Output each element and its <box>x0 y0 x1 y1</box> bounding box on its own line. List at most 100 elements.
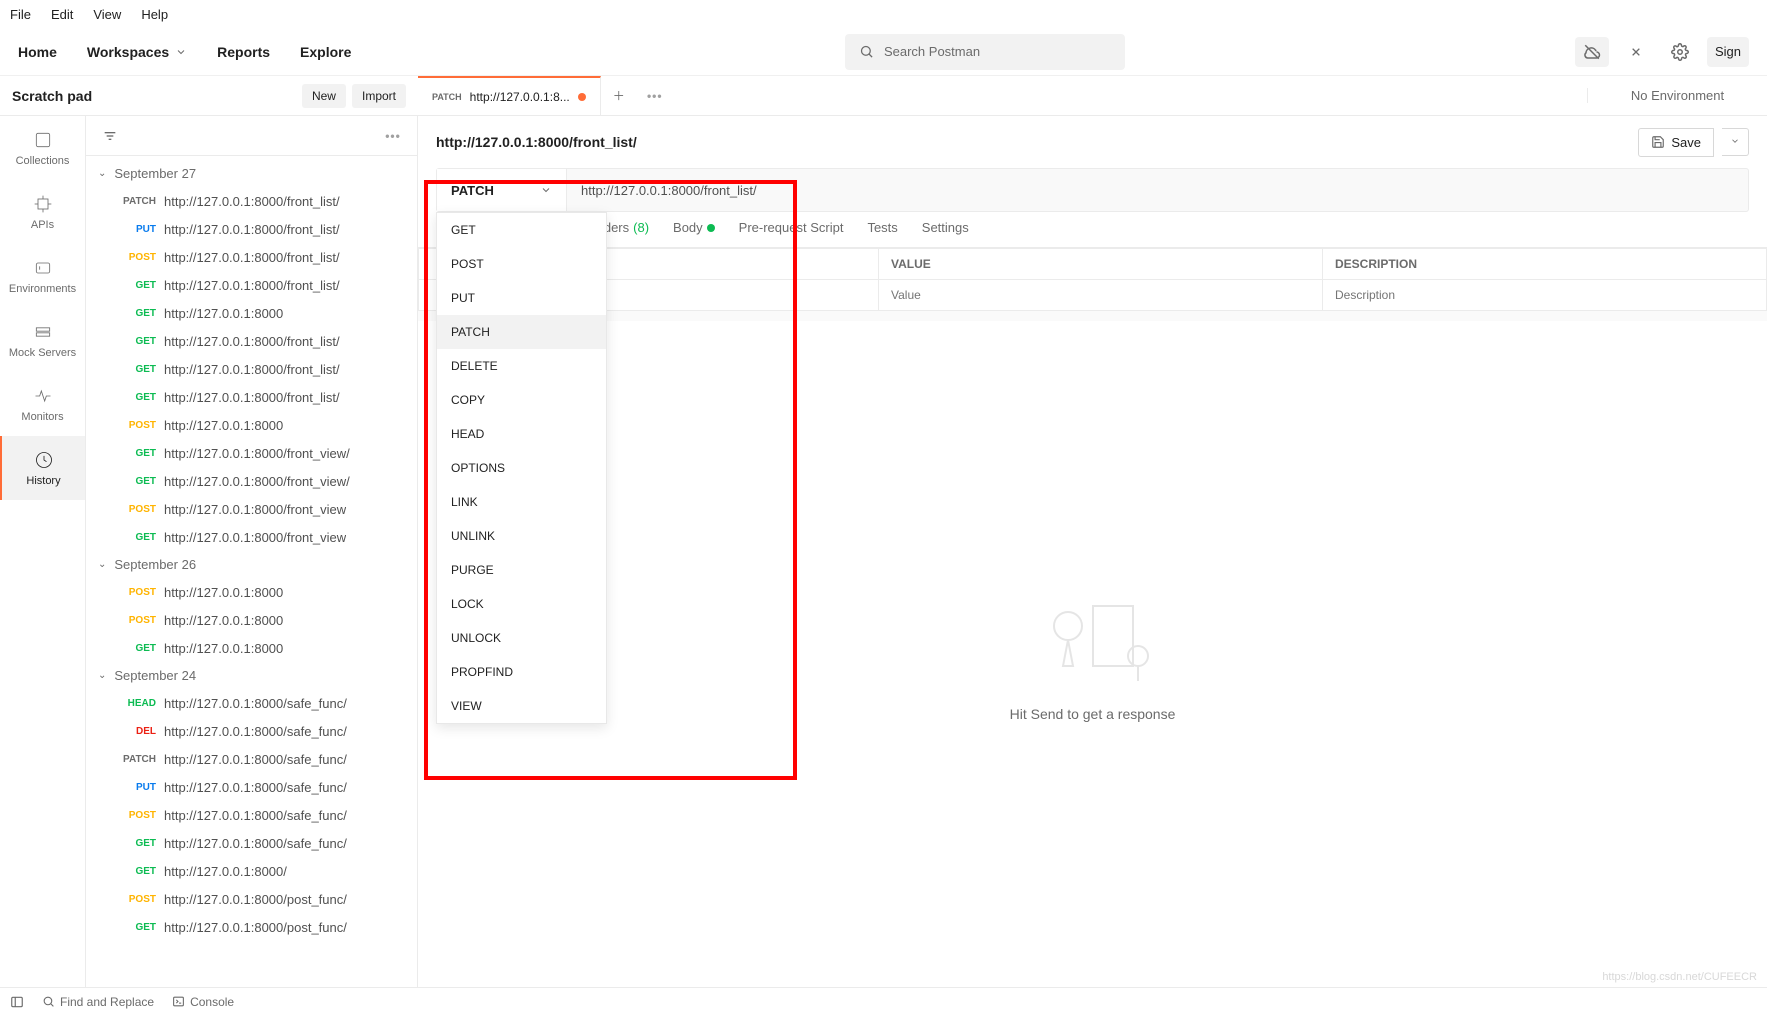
history-item[interactable]: DELhttp://127.0.0.1:8000/safe_func/ <box>86 717 417 745</box>
import-button[interactable]: Import <box>352 84 406 108</box>
method-select[interactable]: PATCH <box>437 169 567 211</box>
menu-view[interactable]: View <box>93 7 121 22</box>
method-option-patch[interactable]: PATCH <box>437 315 606 349</box>
rail-monitors[interactable]: Monitors <box>0 372 85 436</box>
chevron-down-icon <box>1730 136 1740 146</box>
tab-more-button[interactable]: ••• <box>637 76 673 115</box>
history-item[interactable]: GEThttp://127.0.0.1:8000/front_view <box>86 523 417 551</box>
history-item[interactable]: GEThttp://127.0.0.1:8000/safe_func/ <box>86 829 417 857</box>
rail-collections[interactable]: Collections <box>0 116 85 180</box>
cloud-off-icon[interactable] <box>1575 37 1609 67</box>
tab-method: PATCH <box>432 92 462 102</box>
history-item[interactable]: GEThttp://127.0.0.1:8000/post_func/ <box>86 913 417 941</box>
history-date-group[interactable]: ⌄September 26 <box>86 551 417 578</box>
save-icon <box>1651 135 1665 149</box>
method-option-view[interactable]: VIEW <box>437 689 606 723</box>
menu-help[interactable]: Help <box>141 7 168 22</box>
method-option-post[interactable]: POST <box>437 247 606 281</box>
history-item[interactable]: GEThttp://127.0.0.1:8000 <box>86 299 417 327</box>
history-list[interactable]: ⌄September 27PATCHhttp://127.0.0.1:8000/… <box>86 156 417 987</box>
method-option-copy[interactable]: COPY <box>437 383 606 417</box>
chevron-down-icon <box>540 184 552 196</box>
sidebar: ••• ⌄September 27PATCHhttp://127.0.0.1:8… <box>86 116 418 987</box>
history-item[interactable]: PATCHhttp://127.0.0.1:8000/safe_func/ <box>86 745 417 773</box>
tab-prerequest[interactable]: Pre-request Script <box>739 220 844 235</box>
find-replace-button[interactable]: Find and Replace <box>42 995 154 1009</box>
history-item[interactable]: GEThttp://127.0.0.1:8000/front_list/ <box>86 327 417 355</box>
method-option-purge[interactable]: PURGE <box>437 553 606 587</box>
method-option-options[interactable]: OPTIONS <box>437 451 606 485</box>
search-icon <box>859 44 874 59</box>
method-option-link[interactable]: LINK <box>437 485 606 519</box>
history-date-group[interactable]: ⌄September 24 <box>86 662 417 689</box>
history-item[interactable]: GEThttp://127.0.0.1:8000/front_view/ <box>86 467 417 495</box>
rocket-illustration-icon <box>1028 586 1158 686</box>
request-name[interactable]: http://127.0.0.1:8000/front_list/ <box>436 134 637 150</box>
method-option-head[interactable]: HEAD <box>437 417 606 451</box>
settings-icon[interactable] <box>1663 37 1697 67</box>
header-icons: Sign <box>1575 37 1749 67</box>
method-option-unlink[interactable]: UNLINK <box>437 519 606 553</box>
capture-icon[interactable] <box>1619 37 1653 67</box>
history-item[interactable]: POSThttp://127.0.0.1:8000 <box>86 578 417 606</box>
workspace-bar: Scratch pad New Import PATCH http://127.… <box>0 76 1767 116</box>
save-dropdown-button[interactable] <box>1722 128 1749 156</box>
nav-explore[interactable]: Explore <box>300 44 351 60</box>
method-option-put[interactable]: PUT <box>437 281 606 315</box>
history-item[interactable]: POSThttp://127.0.0.1:8000/safe_func/ <box>86 801 417 829</box>
sidebar-toggle-button[interactable] <box>10 995 24 1009</box>
search-placeholder: Search Postman <box>884 44 980 59</box>
method-option-propfind[interactable]: PROPFIND <box>437 655 606 689</box>
unsaved-dot-icon <box>578 93 586 101</box>
sidebar-more-button[interactable]: ••• <box>379 122 407 150</box>
tab-tests[interactable]: Tests <box>867 220 897 235</box>
request-tab[interactable]: PATCH http://127.0.0.1:8... <box>418 76 601 115</box>
tab-settings[interactable]: Settings <box>922 220 969 235</box>
history-item[interactable]: GEThttp://127.0.0.1:8000/front_list/ <box>86 383 417 411</box>
sign-in-button[interactable]: Sign <box>1707 37 1749 67</box>
history-item[interactable]: PUThttp://127.0.0.1:8000/front_list/ <box>86 215 417 243</box>
history-item[interactable]: GEThttp://127.0.0.1:8000 <box>86 634 417 662</box>
nav-home[interactable]: Home <box>18 44 57 60</box>
url-input[interactable] <box>567 169 1748 211</box>
menu-edit[interactable]: Edit <box>51 7 73 22</box>
method-option-get[interactable]: GET <box>437 213 606 247</box>
rail-mock-servers[interactable]: Mock Servers <box>0 308 85 372</box>
history-item[interactable]: PATCHhttp://127.0.0.1:8000/front_list/ <box>86 187 417 215</box>
history-item[interactable]: GEThttp://127.0.0.1:8000/ <box>86 857 417 885</box>
history-item[interactable]: POSThttp://127.0.0.1:8000/post_func/ <box>86 885 417 913</box>
history-item[interactable]: GEThttp://127.0.0.1:8000/front_list/ <box>86 271 417 299</box>
nav-workspaces[interactable]: Workspaces <box>87 44 187 60</box>
tab-body[interactable]: Body <box>673 220 715 235</box>
nav-reports[interactable]: Reports <box>217 44 270 60</box>
description-input[interactable] <box>1335 288 1754 302</box>
history-item[interactable]: POSThttp://127.0.0.1:8000 <box>86 606 417 634</box>
history-item[interactable]: HEADhttp://127.0.0.1:8000/safe_func/ <box>86 689 417 717</box>
console-button[interactable]: Console <box>172 995 234 1009</box>
request-tabs: Headers (8) Body Pre-request Script Test… <box>418 212 1767 248</box>
status-bar: Find and Replace Console <box>0 987 1767 1015</box>
history-item[interactable]: POSThttp://127.0.0.1:8000/front_list/ <box>86 243 417 271</box>
history-item[interactable]: GEThttp://127.0.0.1:8000/front_list/ <box>86 355 417 383</box>
method-option-delete[interactable]: DELETE <box>437 349 606 383</box>
filter-button[interactable] <box>96 122 124 150</box>
save-button[interactable]: Save <box>1638 128 1714 157</box>
value-input[interactable] <box>891 288 1310 302</box>
add-tab-button[interactable]: ＋ <box>601 76 637 115</box>
history-item[interactable]: PUThttp://127.0.0.1:8000/safe_func/ <box>86 773 417 801</box>
rail-apis[interactable]: APIs <box>0 180 85 244</box>
history-date-group[interactable]: ⌄September 27 <box>86 160 417 187</box>
method-dropdown[interactable]: GETPOSTPUTPATCHDELETECOPYHEADOPTIONSLINK… <box>436 212 607 724</box>
search-input[interactable]: Search Postman <box>845 34 1125 70</box>
method-option-unlock[interactable]: UNLOCK <box>437 621 606 655</box>
rail-environments[interactable]: Environments <box>0 244 85 308</box>
method-option-lock[interactable]: LOCK <box>437 587 606 621</box>
menu-file[interactable]: File <box>10 7 31 22</box>
history-item[interactable]: POSThttp://127.0.0.1:8000/front_view <box>86 495 417 523</box>
history-item[interactable]: GEThttp://127.0.0.1:8000/front_view/ <box>86 439 417 467</box>
history-item[interactable]: POSThttp://127.0.0.1:8000 <box>86 411 417 439</box>
new-button[interactable]: New <box>302 84 346 108</box>
body-dot-icon <box>707 224 715 232</box>
environment-selector[interactable]: No Environment <box>1587 88 1767 103</box>
rail-history[interactable]: History <box>0 436 85 500</box>
